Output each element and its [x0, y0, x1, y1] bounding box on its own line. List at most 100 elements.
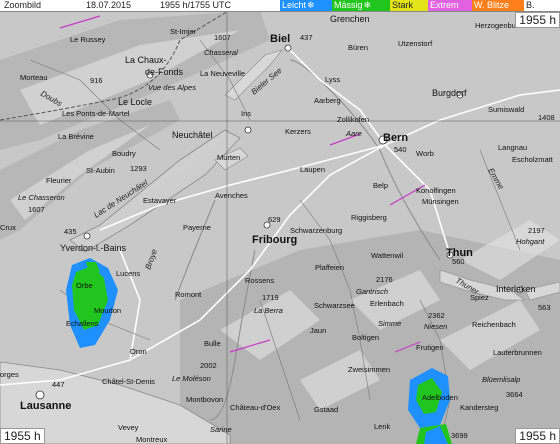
legend-label: W. Blitze: [474, 0, 510, 10]
label-muensingen: Münsingen: [422, 197, 459, 206]
label-moleson-elev: 2002: [200, 361, 217, 370]
label-interlaken: Interlaken: [496, 284, 536, 294]
label-chasseral-elev: 1607: [214, 33, 231, 42]
label-utzenstorf: Utzenstorf: [398, 39, 433, 48]
label-burgdorf: Burgdorf: [432, 88, 467, 98]
label-elev-1408: 1408: [538, 113, 555, 122]
legend-item-w-blitze: W. Blitze: [472, 0, 524, 11]
label-grenchen: Grenchen: [330, 14, 370, 24]
label-le-russey: Le Russey: [70, 35, 106, 44]
label-hohgant: Hohgant: [516, 237, 545, 246]
label-chateau-doex: Château-d'Oex: [230, 403, 280, 412]
label-avenches: Avenches: [215, 191, 248, 200]
legend-label: Mässig: [334, 0, 363, 10]
label-le-locle: Le Locle: [118, 97, 152, 107]
label-moudon: Moudon: [94, 306, 121, 315]
legend-label: Stark: [392, 0, 414, 10]
label-berra-elev: 1719: [262, 293, 279, 302]
label-bern: Bern: [383, 132, 408, 144]
label-crux: Crux: [0, 223, 16, 232]
label-bulle: Bulle: [204, 339, 221, 348]
label-boltigen: Boltigen: [352, 333, 379, 342]
legend-item-b-: B.: [524, 0, 546, 11]
relief-map: Grenchen Le Russey St-Imier 1607 Chasser…: [0, 0, 560, 444]
label-langnau: Langnau: [498, 143, 527, 152]
label-zollikofen: Zollikofen: [337, 115, 369, 124]
label-gantrisch: Gantrisch: [356, 287, 388, 296]
time-stamp-bottom-right: 1955 h: [515, 428, 560, 444]
label-kerzers: Kerzers: [285, 127, 311, 136]
label-elev-916: 916: [90, 76, 103, 85]
time-stamp-top-right: 1955 h: [515, 12, 560, 28]
label-schwarzsee: Schwarzsee: [314, 301, 355, 310]
label-sarine: Sarine: [210, 425, 232, 434]
label-montreux: Montreux: [136, 435, 168, 444]
label-erlenbach: Erlenbach: [370, 299, 404, 308]
label-elev-437: 437: [300, 33, 313, 42]
label-vue-des-alpes: Vue des Alpes: [148, 83, 196, 92]
label-chasseral: Chasseral: [204, 48, 238, 57]
label-plaffeien: Plaffeien: [315, 263, 344, 272]
label-murten: Murten: [217, 153, 240, 162]
legend-label: B.: [526, 0, 535, 10]
label-elev-540: 540: [394, 145, 407, 154]
label-lyss: Lyss: [325, 75, 340, 84]
label-lenk: Lenk: [374, 422, 391, 431]
label-elev-447: 447: [52, 380, 65, 389]
label-sumiswald: Sumiswald: [488, 105, 524, 114]
label-st-imier: St-Imier: [170, 27, 197, 36]
legend-label: Extrem: [430, 0, 459, 10]
label-la-berra: La Berra: [254, 306, 283, 315]
label-escholzmatt: Escholzmatt: [512, 155, 554, 164]
label-zweisimmen: Zweisimmen: [348, 365, 390, 374]
label-yverdon: Yverdon-l.-Bains: [60, 243, 127, 253]
label-orbe: Orbe: [76, 281, 93, 290]
label-wattenwil: Wattenwil: [371, 251, 404, 260]
label-orges: orges: [0, 370, 19, 379]
label-neuchatel: Neuchâtel: [172, 130, 213, 140]
label-reichenbach: Reichenbach: [472, 320, 516, 329]
label-les-ponts: Les Ponts-de-Martel: [62, 109, 130, 118]
label-bluemlisalp: Blüemlisalp: [482, 375, 520, 384]
label-morteau: Morteau: [20, 73, 48, 82]
label-st-aubin: St-Aubin: [86, 166, 115, 175]
label-fribourg-elev: 629: [268, 215, 281, 224]
label-chasseron-elev: 1607: [28, 205, 45, 214]
label-gstaad: Gstaad: [314, 405, 338, 414]
map-frame: Grenchen Le Russey St-Imier 1607 Chasser…: [0, 0, 560, 444]
label-de-fonds: de-Fonds: [145, 67, 184, 77]
label-la-chaux: La Chaux-: [125, 55, 167, 65]
label-chatel: Châtel-St-Denis: [102, 377, 155, 386]
label-vevey: Vevey: [118, 423, 139, 432]
legend-item-m-ssig: Mässig❄: [332, 0, 390, 11]
label-frutigen: Frutigen: [416, 343, 444, 352]
label-oron: Oron: [130, 347, 147, 356]
label-bueren: Büren: [348, 43, 368, 52]
label-lucens: Lucens: [116, 269, 140, 278]
label-hohgant-elev: 2197: [528, 226, 545, 235]
label-elev-563: 563: [538, 303, 551, 312]
snowflake-icon: ❄: [363, 0, 372, 10]
label-le-chasseron: Le Chasseron: [18, 193, 65, 202]
label-montbovon: Montbovon: [186, 395, 223, 404]
label-elev-3699: 3699: [451, 431, 468, 440]
label-konolfingen: Konolfingen: [416, 186, 456, 195]
legend-item-leicht: Leicht❄: [280, 0, 332, 11]
label-le-moleson: Le Moléson: [172, 374, 211, 383]
legend-item-extrem: Extrem: [428, 0, 472, 11]
label-riggisberg: Riggisberg: [351, 213, 387, 222]
label-simme: Simme: [378, 319, 401, 328]
time-stamp-bottom-left: 1955 h: [0, 428, 45, 444]
label-fleurier: Fleurier: [46, 176, 72, 185]
label-elev-1293: 1293: [130, 164, 147, 173]
label-adelboden: Adelboden: [422, 393, 458, 402]
label-kandersteg-elev: 3664: [506, 390, 523, 399]
header-time: 1955 h/1755 UTC: [160, 0, 232, 10]
label-niesen: Niesen: [424, 322, 447, 331]
label-la-brevine: La Brévine: [58, 132, 94, 141]
label-thun-elev: 560: [452, 257, 465, 266]
label-ins: Ins: [241, 109, 251, 118]
label-estavayer: Estavayer: [143, 196, 177, 205]
label-la-neuveville: La Neuveville: [200, 69, 245, 78]
label-boudry: Boudry: [112, 149, 136, 158]
